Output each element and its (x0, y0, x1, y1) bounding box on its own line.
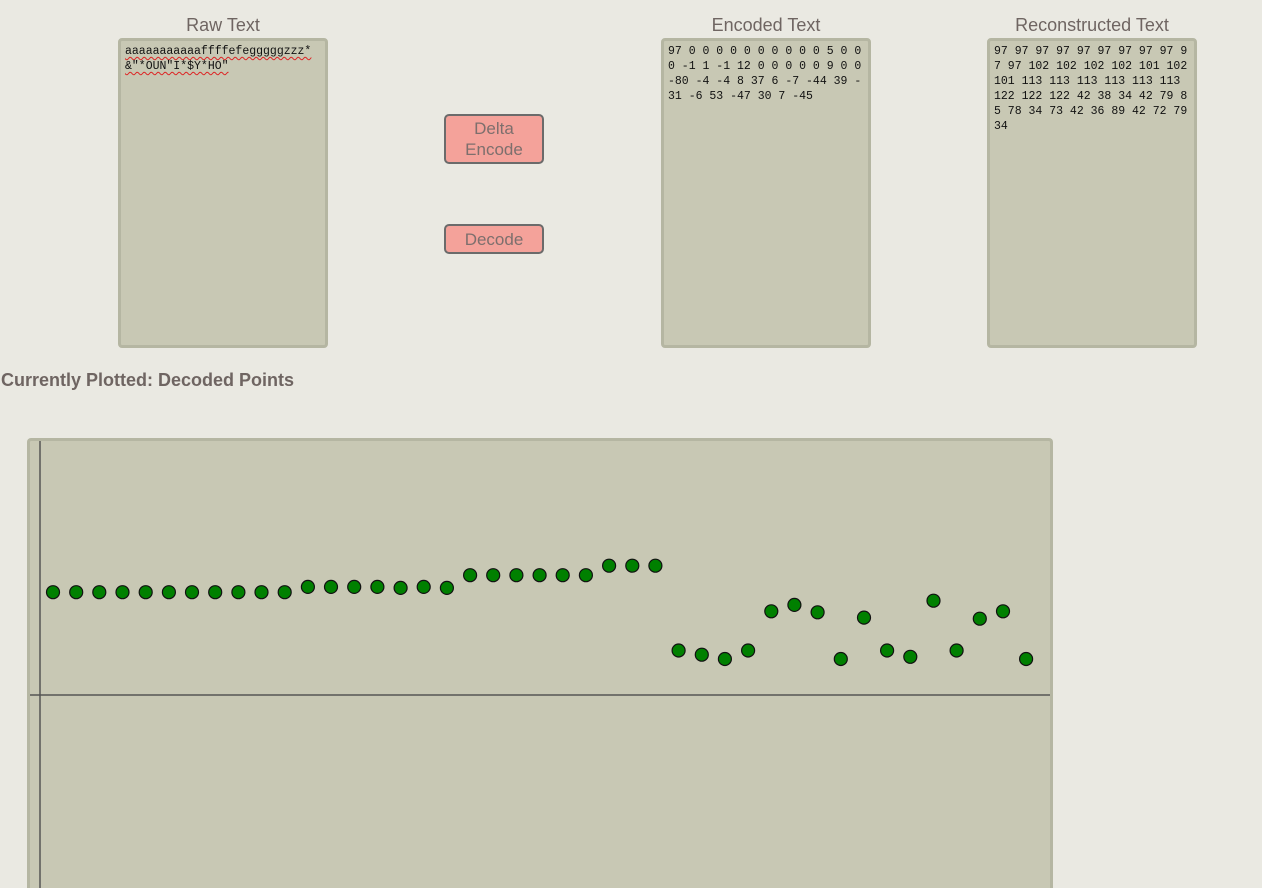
data-point (254, 585, 269, 600)
data-point (69, 585, 84, 600)
data-point (138, 585, 153, 600)
data-point (555, 568, 570, 583)
data-point (717, 651, 733, 667)
data-point (949, 643, 964, 658)
data-point (161, 585, 176, 600)
decode-button[interactable]: Decode (444, 224, 544, 254)
data-point (300, 579, 315, 594)
reconstructed-text-output[interactable]: 97 97 97 97 97 97 97 97 97 97 97 102 102… (987, 38, 1197, 348)
data-point (903, 649, 918, 664)
data-point (810, 605, 825, 620)
data-point (486, 568, 501, 583)
data-point (393, 580, 408, 595)
data-point (277, 585, 292, 600)
data-point (509, 568, 524, 583)
encoded-text-value: 97 0 0 0 0 0 0 0 0 0 0 5 0 0 0 -1 1 -1 1… (668, 45, 869, 103)
data-point (833, 651, 848, 667)
data-point (45, 585, 61, 600)
data-point (347, 579, 362, 594)
reconstructed-text-value: 97 97 97 97 97 97 97 97 97 97 97 102 102… (994, 45, 1195, 133)
data-point (625, 558, 640, 573)
data-point (439, 580, 454, 595)
data-point (972, 611, 987, 626)
data-point (740, 643, 756, 658)
data-point (532, 568, 547, 583)
data-point (1018, 651, 1034, 667)
data-point (416, 579, 431, 594)
scatter-plot (30, 441, 1050, 888)
data-point (764, 604, 779, 619)
data-point (370, 579, 385, 594)
encoded-text-output[interactable]: 97 0 0 0 0 0 0 0 0 0 0 5 0 0 0 -1 1 -1 1… (661, 38, 871, 348)
data-point (926, 593, 941, 608)
raw-text-value[interactable]: aaaaaaaaaaaffffefegggggzzz*&"*OUN"I*$Y*H… (121, 41, 325, 77)
data-point (856, 610, 872, 625)
raw-text-input[interactable]: aaaaaaaaaaaffffefegggggzzz*&"*OUN"I*$Y*H… (118, 38, 328, 348)
reconstructed-text-title: Reconstructed Text (1015, 15, 1169, 35)
data-point (231, 585, 246, 600)
data-point (323, 579, 339, 594)
data-point (115, 585, 130, 600)
raw-text-title: Raw Text (186, 15, 260, 35)
data-point (601, 558, 617, 573)
plot-area (27, 438, 1053, 888)
data-point (92, 585, 107, 600)
data-point (184, 585, 200, 600)
plot-status-label: Currently Plotted: Decoded Points (1, 370, 295, 390)
data-point (463, 568, 478, 583)
delta-encode-button[interactable]: Delta Encode (444, 114, 544, 164)
data-point (995, 604, 1011, 619)
data-point (879, 643, 895, 658)
data-point (671, 643, 686, 658)
data-point (694, 647, 709, 662)
data-point (208, 585, 223, 600)
data-point (787, 597, 802, 612)
data-point (648, 558, 663, 573)
data-point (578, 568, 594, 583)
encoded-text-title: Encoded Text (711, 15, 821, 35)
